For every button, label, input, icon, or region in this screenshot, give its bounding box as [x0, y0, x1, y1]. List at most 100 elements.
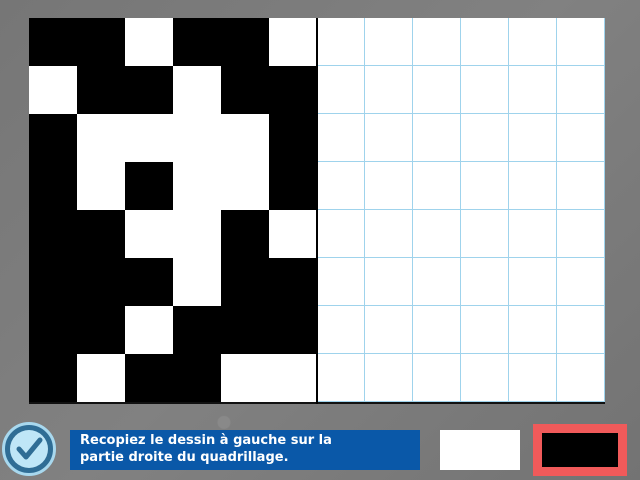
model-cell	[77, 210, 125, 258]
model-cell	[77, 162, 125, 210]
model-cell	[269, 162, 317, 210]
drawing-cell[interactable]	[461, 354, 509, 402]
drawing-cell[interactable]	[557, 114, 605, 162]
drawing-cell[interactable]	[317, 114, 365, 162]
drawing-cell[interactable]	[557, 306, 605, 354]
drawing-cell[interactable]	[365, 210, 413, 258]
model-cell	[29, 114, 77, 162]
check-button-face	[10, 430, 48, 468]
drawing-cell[interactable]	[413, 306, 461, 354]
color-swatch-black	[542, 433, 618, 467]
model-cell	[221, 210, 269, 258]
drawing-cell[interactable]	[413, 210, 461, 258]
drawing-cell[interactable]	[461, 162, 509, 210]
drawing-cell[interactable]	[509, 210, 557, 258]
drawing-cell[interactable]	[317, 162, 365, 210]
drawing-cell[interactable]	[557, 354, 605, 402]
drawing-cell[interactable]	[557, 258, 605, 306]
drawing-cell[interactable]	[509, 162, 557, 210]
model-cell	[29, 258, 77, 306]
model-cell	[269, 66, 317, 114]
model-cell	[173, 18, 221, 66]
model-cell	[125, 306, 173, 354]
instruction-line-2: partie droite du quadrillage.	[80, 450, 289, 465]
model-cell	[173, 114, 221, 162]
model-cell	[269, 18, 317, 66]
drawing-cell[interactable]	[509, 258, 557, 306]
drawing-cell[interactable]	[509, 66, 557, 114]
model-cell	[29, 18, 77, 66]
model-cell	[29, 306, 77, 354]
drawing-cell[interactable]	[365, 114, 413, 162]
model-cell	[173, 354, 221, 402]
drawing-cell[interactable]	[413, 258, 461, 306]
drawing-cell[interactable]	[509, 114, 557, 162]
model-cell	[125, 114, 173, 162]
color-swatch-white[interactable]	[440, 430, 520, 470]
instruction-line-1: Recopiez le dessin à gauche sur la	[80, 433, 332, 448]
checkmark-icon	[16, 437, 43, 460]
drawing-cell[interactable]	[365, 18, 413, 66]
model-cell	[269, 258, 317, 306]
drawing-cell[interactable]	[461, 66, 509, 114]
model-cell	[269, 114, 317, 162]
drawing-cell[interactable]	[461, 114, 509, 162]
model-cell	[29, 162, 77, 210]
drawing-cell[interactable]	[413, 354, 461, 402]
model-cell	[173, 210, 221, 258]
model-cell	[77, 66, 125, 114]
drawing-cell[interactable]	[317, 210, 365, 258]
drawing-cell[interactable]	[365, 66, 413, 114]
model-cell	[269, 210, 317, 258]
drawing-cell[interactable]	[317, 18, 365, 66]
drawing-cell[interactable]	[509, 306, 557, 354]
drawing-cell[interactable]	[365, 162, 413, 210]
drawing-cell[interactable]	[509, 18, 557, 66]
model-cell	[173, 162, 221, 210]
model-cell	[221, 354, 269, 402]
drawing-cell[interactable]	[317, 66, 365, 114]
model-cell	[221, 258, 269, 306]
drawing-cell[interactable]	[557, 210, 605, 258]
drawing-cell[interactable]	[317, 354, 365, 402]
drawing-cell[interactable]	[413, 114, 461, 162]
validate-button[interactable]	[2, 422, 56, 476]
drawing-cell[interactable]	[317, 306, 365, 354]
model-cell	[125, 210, 173, 258]
drawing-cell[interactable]	[461, 18, 509, 66]
model-cell	[77, 306, 125, 354]
drawing-cell[interactable]	[365, 258, 413, 306]
drawing-cell[interactable]	[557, 18, 605, 66]
model-cell	[77, 18, 125, 66]
model-cell	[77, 114, 125, 162]
drawing-cell[interactable]	[365, 306, 413, 354]
instruction-box: Recopiez le dessin à gauche sur la parti…	[70, 430, 420, 470]
drawing-cell[interactable]	[557, 162, 605, 210]
drawing-cell[interactable]	[365, 354, 413, 402]
drawing-cell[interactable]	[413, 162, 461, 210]
model-cell	[221, 162, 269, 210]
drawing-cell[interactable]	[317, 258, 365, 306]
model-cell	[221, 66, 269, 114]
drawing-cell[interactable]	[461, 210, 509, 258]
drawing-cell[interactable]	[557, 66, 605, 114]
model-cell	[77, 258, 125, 306]
grid-divider	[316, 18, 318, 404]
drawing-cell[interactable]	[461, 258, 509, 306]
model-cell	[173, 66, 221, 114]
model-cell	[125, 18, 173, 66]
model-cell	[29, 66, 77, 114]
model-cell	[269, 306, 317, 354]
model-cell	[173, 258, 221, 306]
model-cell	[125, 162, 173, 210]
model-cell	[221, 306, 269, 354]
color-swatch-black-selected[interactable]	[533, 424, 627, 476]
model-cell	[29, 210, 77, 258]
drawing-cell[interactable]	[509, 354, 557, 402]
model-cell	[221, 18, 269, 66]
drawing-cell[interactable]	[413, 66, 461, 114]
model-cell	[221, 114, 269, 162]
drawing-cell[interactable]	[413, 18, 461, 66]
drawing-cell[interactable]	[461, 306, 509, 354]
model-cell	[173, 306, 221, 354]
